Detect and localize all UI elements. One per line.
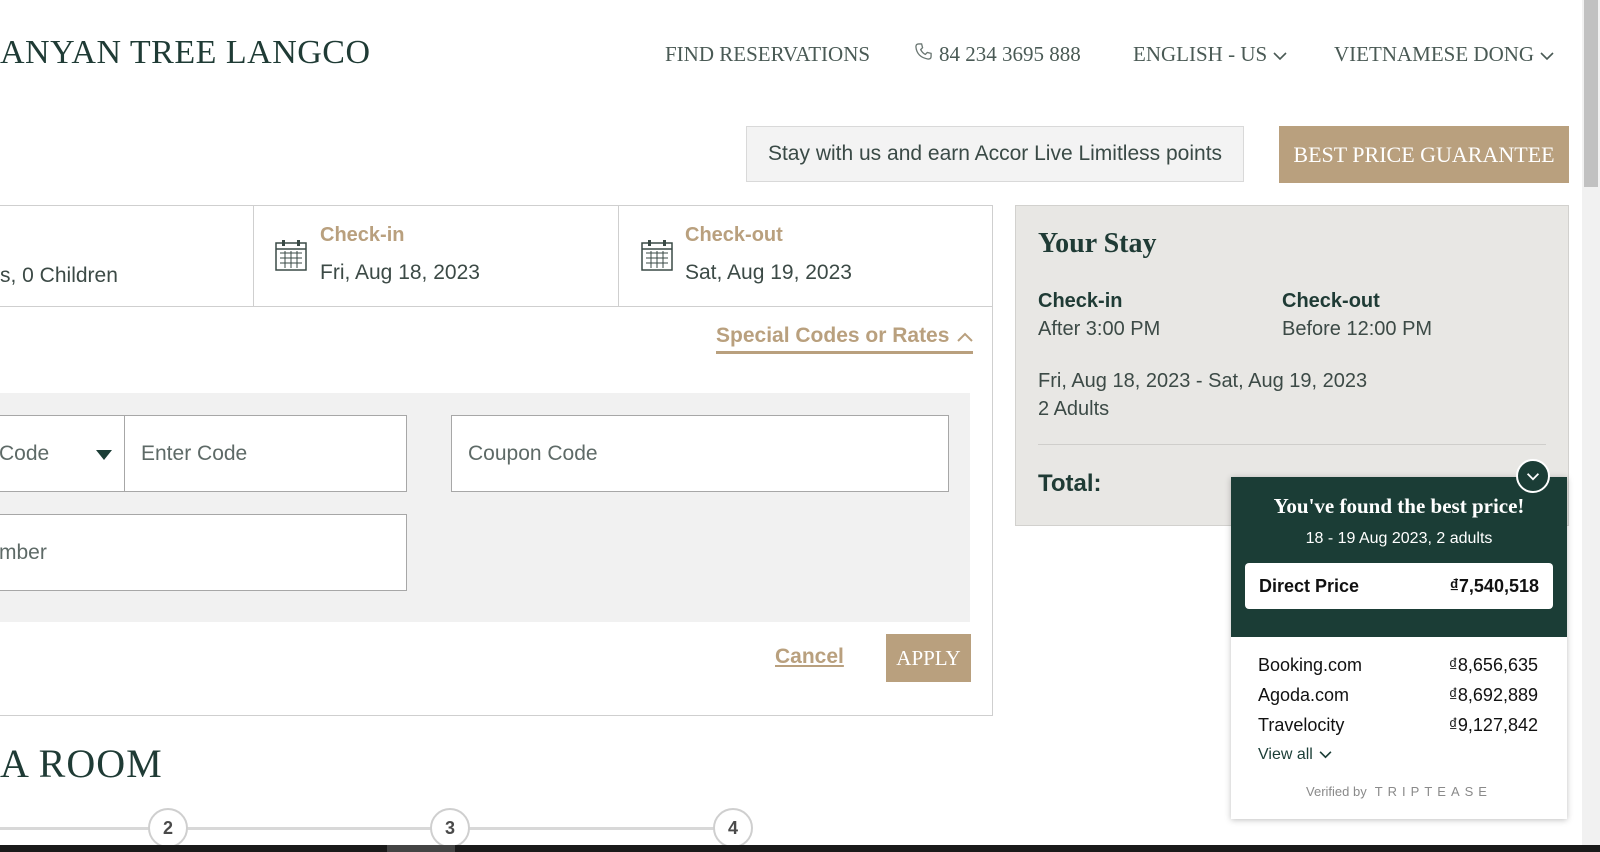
competitor-price: ₫9,127,842: [1448, 715, 1538, 735]
stay-checkout-value: Before 12:00 PM: [1282, 318, 1433, 340]
phone-icon: [914, 42, 933, 67]
direct-price-label: Direct Price: [1259, 575, 1360, 596]
checkout-date: Sat, Aug 19, 2023: [685, 261, 852, 284]
step-2[interactable]: 2: [148, 808, 188, 848]
stay-checkin-label: Check-in: [1038, 290, 1123, 312]
competitor-row: Travelocity ₫9,127,842: [1258, 715, 1538, 736]
view-all-link[interactable]: View all: [1258, 746, 1332, 764]
language-label: ENGLISH - US: [1133, 42, 1268, 66]
code-type-value: Code: [0, 441, 50, 465]
member-number-input[interactable]: mber: [0, 514, 407, 591]
step-4[interactable]: 4: [713, 808, 753, 848]
accor-points-banner[interactable]: Stay with us and earn Accor Live Limitle…: [746, 126, 1244, 182]
view-all-label: View all: [1258, 746, 1313, 763]
step-3[interactable]: 3: [430, 808, 470, 848]
find-reservations-label: FIND RESERVATIONS: [665, 42, 871, 66]
find-reservations-link[interactable]: FIND RESERVATIONS: [665, 42, 870, 67]
best-price-subtitle: 18 - 19 Aug 2023, 2 adults: [1305, 530, 1493, 547]
accor-points-text: Stay with us and earn Accor Live Limitle…: [767, 142, 1223, 165]
cancel-link[interactable]: Cancel: [775, 645, 844, 669]
total-label: Total:: [1038, 470, 1102, 497]
section-title: A ROOM: [0, 741, 163, 786]
divider: [618, 205, 619, 307]
competitor-price: ₫8,656,635: [1448, 655, 1538, 675]
currency-dropdown[interactable]: VIETNAMESE DONG: [1334, 42, 1554, 67]
checkout-field[interactable]: Check-out Sat, Aug 19, 2023: [685, 224, 852, 285]
verified-by-footer: Verified by TRIPTEASE: [1231, 784, 1567, 799]
calendar-icon: [640, 238, 674, 277]
enter-code-input[interactable]: Enter Code: [124, 415, 407, 492]
calendar-icon: [274, 238, 308, 277]
stay-checkout-label: Check-out: [1282, 290, 1380, 312]
special-codes-label: Special Codes or Rates: [716, 324, 950, 347]
competitor-price: ₫8,692,889: [1448, 685, 1538, 705]
stay-checkin: Check-in After 3:00 PM: [1038, 290, 1160, 341]
bottom-bar-marker: [387, 845, 455, 852]
apply-label: APPLY: [896, 645, 961, 670]
verified-by-label: Verified by: [1306, 784, 1367, 799]
chevron-down-icon: [1273, 42, 1287, 67]
currency-label: VIETNAMESE DONG: [1334, 42, 1535, 66]
stay-checkout: Check-out Before 12:00 PM: [1282, 290, 1432, 341]
coupon-code-placeholder: Coupon Code: [468, 441, 598, 465]
coupon-code-input[interactable]: Coupon Code: [451, 415, 949, 492]
competitor-row: Booking.com ₫8,656,635: [1258, 655, 1538, 676]
best-price-guarantee-button[interactable]: BEST PRICE GUARANTEE: [1279, 126, 1569, 183]
special-codes-toggle[interactable]: Special Codes or Rates: [716, 324, 974, 354]
competitor-row: Agoda.com ₫8,692,889: [1258, 685, 1538, 706]
checkout-label: Check-out: [685, 224, 783, 246]
code-type-select[interactable]: Code: [0, 415, 125, 492]
phone-number: 84 234 3695 888: [939, 42, 1081, 66]
competitor-name: Booking.com: [1258, 655, 1363, 675]
stay-guests: 2 Adults: [1038, 398, 1110, 420]
brand-logo-text[interactable]: ANYAN TREE LANGCO: [0, 34, 371, 72]
language-dropdown[interactable]: ENGLISH - US: [1133, 42, 1287, 67]
guests-selector[interactable]: s, 0 Children: [0, 264, 118, 288]
chevron-down-icon: [1540, 42, 1554, 67]
collapse-widget-button[interactable]: [1516, 459, 1550, 493]
best-price-title: You've found the best price!: [1273, 494, 1525, 518]
chevron-down-icon: [1526, 472, 1540, 481]
chevron-down-icon: [1319, 746, 1332, 764]
progress-line: [0, 827, 740, 830]
scrollbar-thumb[interactable]: [1584, 0, 1598, 187]
competitor-name: Agoda.com: [1258, 685, 1350, 705]
member-number-placeholder: mber: [0, 540, 47, 564]
stay-checkin-value: After 3:00 PM: [1038, 318, 1161, 340]
checkin-label: Check-in: [320, 224, 405, 246]
bottom-bar: [0, 845, 1600, 852]
best-price-guarantee-label: BEST PRICE GUARANTEE: [1293, 141, 1555, 167]
direct-price-value: ₫7,540,518: [1449, 575, 1539, 596]
competitor-name: Travelocity: [1258, 715, 1345, 735]
divider: [1038, 444, 1546, 445]
checkin-field[interactable]: Check-in Fri, Aug 18, 2023: [320, 224, 480, 285]
your-stay-title: Your Stay: [1038, 228, 1157, 259]
checkin-date: Fri, Aug 18, 2023: [320, 261, 480, 284]
enter-code-placeholder: Enter Code: [141, 441, 248, 465]
triptease-logo: TRIPTEASE: [1374, 784, 1492, 799]
divider: [253, 205, 254, 307]
chevron-up-icon: [957, 324, 974, 348]
apply-button[interactable]: APPLY: [886, 634, 971, 682]
stay-dates: Fri, Aug 18, 2023 - Sat, Aug 19, 2023: [1038, 370, 1368, 392]
phone-link[interactable]: 84 234 3695 888: [914, 42, 1081, 67]
caret-down-icon: [96, 442, 112, 466]
direct-price-row: Direct Price ₫7,540,518: [1245, 563, 1553, 609]
